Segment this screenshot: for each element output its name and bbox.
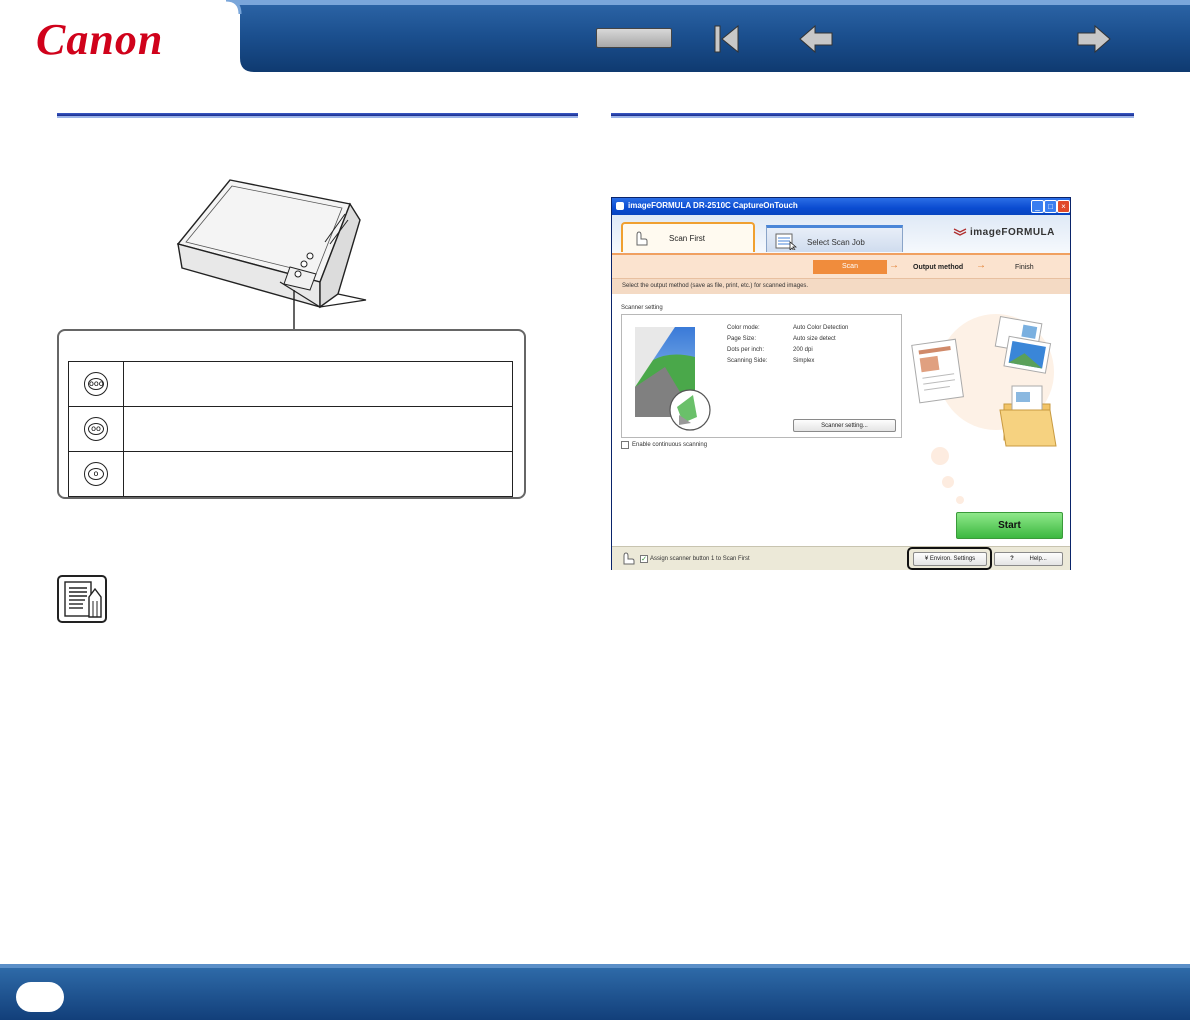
imageformula-logo-icon [953,228,967,236]
scanner-button-3-icon: o [84,462,108,486]
continuous-scanning-label: Enable continuous scanning [632,442,708,448]
hand-pointer-icon [636,231,648,246]
footer-bar [0,964,1190,1020]
note-icon [57,575,107,623]
assign-scanner-button-label: Assign scanner button 1 to Scan First [650,556,750,562]
assign-scanner-button-checkbox[interactable]: ✓ [640,555,648,563]
button-cell: oo [68,406,124,452]
first-page-icon[interactable] [712,24,742,54]
scan-preview-image [635,327,711,431]
scanner-setting-heading: Scanner setting [621,305,663,311]
tab-select-scan-job-label: Select Scan Job [807,238,865,247]
imageformula-brand: imageFORMULA [970,227,1055,238]
button-cell: o [68,451,124,497]
tab-select-scan-job[interactable]: Select Scan Job [766,225,903,252]
right-section-rule [611,113,1134,118]
tab-scan-first[interactable]: Scan First [621,222,755,252]
button-description-cell [123,361,513,407]
scanner-illustration [176,179,367,330]
continuous-scanning-checkbox[interactable] [621,441,629,449]
tools-icon: ¥ [924,556,929,562]
left-section-rule [57,113,578,118]
button-cell: ooo [68,361,124,407]
scan-job-list-icon [775,233,797,250]
scanner-button-table: ooo oo o [68,361,513,497]
instruction-text: Select the output method (save as file, … [622,283,809,289]
setting-key: Scanning Side: [727,358,768,364]
tab-scan-first-label: Scan First [669,234,706,243]
header-bar [0,0,1190,72]
help-label: Help... [1029,556,1047,562]
tab-strip: Scan First Select Scan Job imageFORMULA [612,215,1070,253]
scanner-button-hand-icon [623,552,635,565]
setting-key: Page Size: [727,336,757,342]
instruction-bar: Select the output method (save as file, … [612,278,1070,294]
maximize-icon[interactable]: □ [1044,200,1057,213]
environ-settings-button[interactable]: ¥ Environ. Settings [913,552,987,566]
setting-key: Color mode: [727,325,760,331]
capture-on-touch-window: imageFORMULA DR-2510C CaptureOnTouch _ □… [611,197,1071,570]
scanner-setting-button[interactable]: Scanner setting... [793,419,896,432]
button-description-cell [123,451,513,497]
setting-value: Auto Color Detection [793,325,849,331]
scanner-settings-box: Color mode: Auto Color Detection Page Si… [621,314,902,438]
step-scan: Scan [813,260,887,274]
page-number-badge [16,982,64,1012]
start-button[interactable]: Start [956,512,1063,539]
table-row: o [68,451,513,497]
question-icon: ? [1010,556,1014,562]
table-row: oo [68,406,513,452]
next-page-icon[interactable] [1076,24,1112,54]
setting-key: Dots per inch: [727,347,765,353]
step-arrow-icon: → [889,260,899,271]
minimize-icon[interactable]: _ [1031,200,1044,213]
table-row: ooo [68,361,513,407]
button-description-cell [123,406,513,452]
canon-logo: Canon [36,15,164,64]
window-bottom-bar: ✓ Assign scanner button 1 to Scan First … [612,546,1070,570]
setting-value: Auto size detect [793,336,836,342]
close-icon[interactable]: × [1057,200,1070,213]
window-title: imageFORMULA DR-2510C CaptureOnTouch [628,201,798,210]
setting-value: Simplex [793,358,815,364]
scanner-button-1-icon: ooo [84,372,108,396]
environ-settings-label: Environ. Settings [929,556,976,562]
window-titlebar[interactable]: imageFORMULA DR-2510C CaptureOnTouch _ □… [612,198,1070,215]
app-icon [616,202,624,210]
step-progress-bar: Scan → Output method → Finish [612,253,1070,278]
step-finish: Finish [1015,264,1034,271]
output-illustration [911,314,1057,504]
top-button[interactable] [596,28,672,48]
setting-value: 200 dpi [793,347,813,353]
previous-page-icon[interactable] [798,24,834,54]
step-output-method: Output method [913,264,964,271]
step-arrow-icon: → [976,260,986,271]
scanner-button-2-icon: oo [84,417,108,441]
help-button[interactable]: ? Help... [994,552,1063,566]
